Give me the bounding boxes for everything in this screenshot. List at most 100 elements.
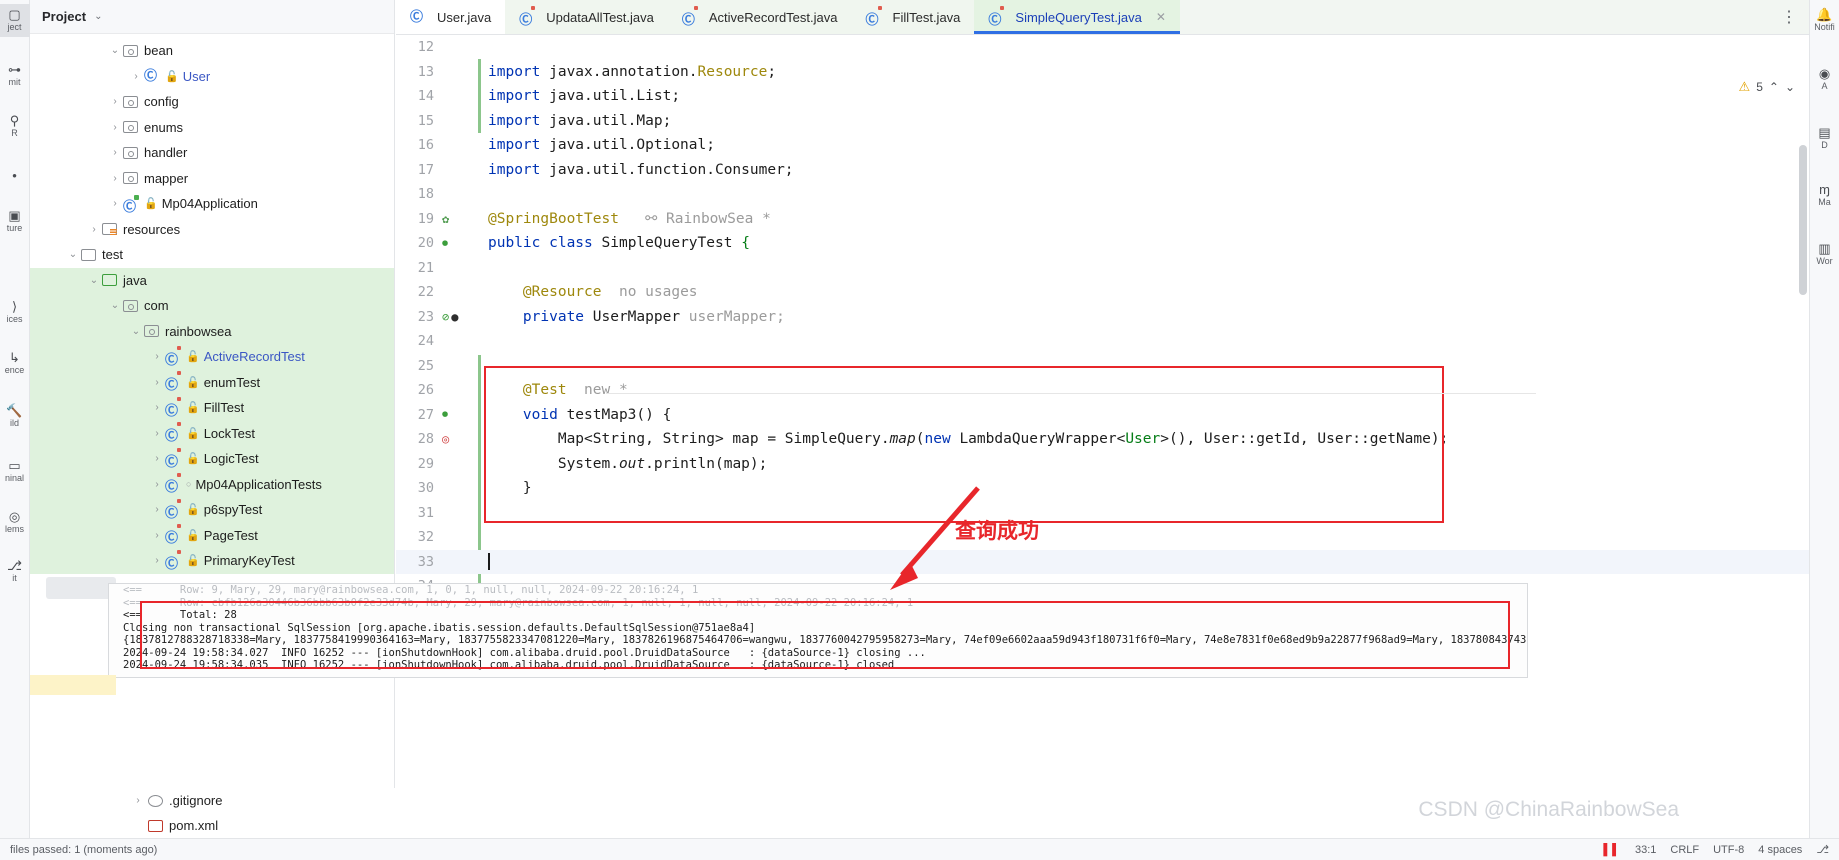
tree-item-rainbowsea[interactable]: ⌄rainbowsea [30, 319, 394, 345]
editor-tab-simplequerytest-java[interactable]: ⒸSimpleQueryTest.java✕ [974, 0, 1180, 34]
tree-item-bean[interactable]: ⌄bean [30, 38, 394, 64]
code-line-22[interactable]: 22 @Resource no usages [396, 280, 1809, 305]
console-output-panel[interactable]: <== Row: 9, Mary, 29, mary@rainbowsea.co… [108, 583, 1528, 678]
chevron-right-icon[interactable]: › [107, 198, 123, 209]
code-line-19[interactable]: 19✿@SpringBootTest ⚯ RainbowSea * [396, 207, 1809, 232]
tree-item-pagetest[interactable]: ›Ⓒ🔓PageTest [30, 523, 394, 549]
branch-icon[interactable]: ⎇ [1816, 843, 1829, 856]
code-line-31[interactable]: 31 [396, 501, 1809, 526]
editor-tab-activerecordtest-java[interactable]: ⒸActiveRecordTest.java [668, 0, 852, 34]
status-indent[interactable]: 4 spaces [1758, 844, 1802, 856]
chevron-right-icon[interactable]: › [130, 795, 146, 806]
strip-button-pull-request[interactable]: ⚲ R [0, 110, 30, 143]
no-usage-icon[interactable]: ⊘ [442, 310, 449, 324]
strip-button-ai[interactable]: ◉ A [1810, 63, 1839, 96]
chevron-right-icon[interactable]: › [149, 351, 165, 362]
strip-button-maven[interactable]: ɱ Ma [1810, 179, 1839, 212]
tree-item-config[interactable]: ›config [30, 89, 394, 115]
strip-button-project[interactable]: ▢ ject [0, 4, 30, 37]
tree-item-mp04application[interactable]: ›Ⓒ🔓Mp04Application [30, 191, 394, 217]
code-line-21[interactable]: 21 [396, 256, 1809, 281]
tree-item-java[interactable]: ⌄java [30, 268, 394, 294]
tree-item-mapper[interactable]: ›mapper [30, 166, 394, 192]
chevron-right-icon[interactable]: › [128, 71, 144, 82]
tree-item-filltest[interactable]: ›Ⓒ🔓FillTest [30, 395, 394, 421]
code-line-26[interactable]: 26 @Test new * [396, 378, 1809, 403]
tree-item-primarykeytest[interactable]: ›Ⓒ🔓PrimaryKeyTest [30, 548, 394, 574]
chevron-right-icon[interactable]: › [107, 96, 123, 107]
chevron-up-icon[interactable]: ⌃ [1769, 80, 1779, 94]
code-line-32[interactable]: 32 [396, 525, 1809, 550]
run-test-icon[interactable]: ⏺ [442, 407, 448, 422]
code-line-16[interactable]: 16import java.util.Optional; [396, 133, 1809, 158]
chevron-down-icon[interactable]: ⌄ [65, 249, 81, 260]
chevron-down-icon[interactable]: ⌄ [128, 326, 144, 337]
tree-item-handler[interactable]: ›handler [30, 140, 394, 166]
code-line-24[interactable]: 24 [396, 329, 1809, 354]
code-line-12[interactable]: 12 [396, 35, 1809, 60]
strip-button-git[interactable]: ⎇ it [0, 555, 30, 588]
tree-item-com[interactable]: ⌄com [30, 293, 394, 319]
strip-button-commit[interactable]: ⊶ mit [0, 59, 30, 92]
chevron-right-icon[interactable]: › [149, 479, 165, 490]
tree-item-mp04applicationtests[interactable]: ›Ⓒ○Mp04ApplicationTests [30, 472, 394, 498]
code-line-33[interactable]: 33 [396, 550, 1809, 575]
editor-scrollbar[interactable] [1799, 145, 1807, 295]
run-test-icon[interactable]: ⏺ [442, 236, 448, 251]
strip-button-dot[interactable]: • [0, 165, 30, 187]
status-line-separator[interactable]: CRLF [1670, 844, 1699, 856]
status-caret-position[interactable]: 33:1 [1635, 844, 1656, 856]
spring-leaf-icon[interactable]: ✿ [442, 212, 449, 226]
strip-button-database[interactable]: ▤ D [1810, 122, 1839, 155]
code-line-13[interactable]: 13import javax.annotation.Resource; [396, 60, 1809, 85]
more-vertical-icon[interactable]: ⋮ [1781, 7, 1797, 27]
tree-item-enums[interactable]: ›enums [30, 115, 394, 141]
tree-item-locktest[interactable]: ›Ⓒ🔓LockTest [30, 421, 394, 447]
tree-item-logictest[interactable]: ›Ⓒ🔓LogicTest [30, 446, 394, 472]
chevron-right-icon[interactable]: › [149, 453, 165, 464]
chevron-right-icon[interactable]: › [149, 504, 165, 515]
editor-tab-updataalltest-java[interactable]: ⒸUpdataAllTest.java [505, 0, 668, 34]
strip-button-notifications[interactable]: 🔔 Notifi [1810, 4, 1839, 37]
chevron-right-icon[interactable]: › [149, 402, 165, 413]
chevron-down-icon[interactable]: ⌄ [107, 45, 123, 56]
tree-item-p6spytest[interactable]: ›Ⓒ🔓p6spyTest [30, 497, 394, 523]
tree-item-enumtest[interactable]: ›Ⓒ🔓enumTest [30, 370, 394, 396]
code-editor[interactable]: 1213import javax.annotation.Resource;14i… [396, 35, 1809, 860]
editor-tab-user-java[interactable]: ⒸUser.java [396, 0, 505, 34]
chevron-right-icon[interactable]: › [149, 428, 165, 439]
chevron-down-icon[interactable]: ⌄ [86, 275, 102, 286]
code-line-28[interactable]: 28◎ Map<String, String> map = SimpleQuer… [396, 427, 1809, 452]
strip-button-word[interactable]: ▥ Wor [1810, 238, 1839, 271]
chevron-right-icon[interactable]: › [107, 122, 123, 133]
code-line-15[interactable]: 15import java.util.Map; [396, 109, 1809, 134]
tree-item-resources[interactable]: ›resources [30, 217, 394, 243]
tree-item-user[interactable]: ›Ⓒ🔓User [30, 64, 394, 90]
tree-item-activerecordtest[interactable]: ›Ⓒ🔓ActiveRecordTest [30, 344, 394, 370]
strip-button-structure[interactable]: ▣ ture [0, 205, 30, 238]
strip-button-persistence[interactable]: ↳ ence [0, 347, 30, 380]
chevron-right-icon[interactable]: › [86, 224, 102, 235]
editor-tab-filltest-java[interactable]: ⒸFillTest.java [852, 0, 975, 34]
chevron-right-icon[interactable]: › [149, 377, 165, 388]
strip-button-problems[interactable]: ◎ lems [0, 506, 30, 539]
code-line-27[interactable]: 27⏺ void testMap3() { [396, 403, 1809, 428]
close-icon[interactable]: ✕ [1156, 10, 1166, 24]
code-line-18[interactable]: 18 [396, 182, 1809, 207]
strip-button-services[interactable]: ⟩ ices [0, 296, 30, 329]
chevron-right-icon[interactable]: › [149, 530, 165, 541]
code-line-25[interactable]: 25 [396, 354, 1809, 379]
list-item[interactable]: › pom.xml [30, 813, 395, 838]
strip-button-build[interactable]: 🔨 ild [0, 400, 30, 433]
code-line-14[interactable]: 14import java.util.List; [396, 84, 1809, 109]
chevron-right-icon[interactable]: › [149, 555, 165, 566]
chevron-right-icon[interactable]: › [107, 147, 123, 158]
chevron-down-icon[interactable]: ⌄ [107, 300, 123, 311]
tree-item-test[interactable]: ⌄test [30, 242, 394, 268]
bean-icon[interactable]: ● [451, 310, 458, 324]
inspection-widget[interactable]: ⚠ 5 ⌃ ⌄ [1739, 79, 1795, 95]
strip-button-terminal[interactable]: ▭ ninal [0, 455, 30, 488]
list-item[interactable]: › .gitignore [30, 788, 395, 813]
project-panel-header[interactable]: Project ⌄ [30, 0, 394, 34]
code-line-29[interactable]: 29 System.out.println(map); [396, 452, 1809, 477]
